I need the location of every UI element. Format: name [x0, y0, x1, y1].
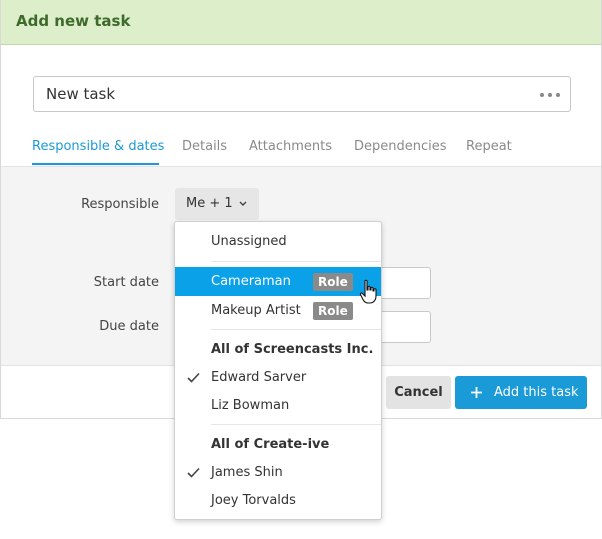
group-header-screencasts[interactable]: All of Screencasts Inc.: [175, 337, 381, 363]
cancel-button[interactable]: Cancel: [386, 376, 451, 409]
more-options-icon[interactable]: [540, 93, 560, 97]
active-tab-indicator: [32, 163, 159, 165]
plus-icon: [471, 387, 482, 398]
option-role-cameraman[interactable]: Cameraman Role: [175, 267, 381, 296]
option-label: James Shin: [211, 465, 283, 480]
tab-dependencies[interactable]: Dependencies: [354, 139, 447, 154]
responsible-value: Me + 1: [186, 196, 233, 211]
tab-attachments[interactable]: Attachments: [249, 139, 332, 154]
due-date-label: Due date: [99, 319, 159, 334]
separator: [211, 329, 381, 330]
option-label: Liz Bowman: [211, 398, 290, 413]
add-task-label: Add this task: [494, 385, 579, 400]
option-label: Joey Torvalds: [211, 493, 296, 508]
option-unassigned[interactable]: Unassigned: [175, 229, 381, 255]
start-date-label: Start date: [93, 275, 159, 290]
chevron-down-icon: [239, 201, 247, 206]
responsible-dropdown-menu: Unassigned Cameraman Role Makeup Artist …: [174, 221, 382, 520]
hand-cursor-icon: [359, 279, 377, 304]
task-name-value: New task: [46, 85, 116, 103]
group-header-label: All of Create-ive: [211, 437, 330, 452]
option-edward-sarver[interactable]: Edward Sarver: [175, 365, 381, 391]
option-role-makeup-artist[interactable]: Makeup Artist Role: [175, 298, 381, 324]
option-label: Makeup Artist: [211, 303, 301, 318]
tab-bar: Responsible & dates Details Attachments …: [1, 132, 601, 167]
option-joey-torvalds[interactable]: Joey Torvalds: [175, 488, 381, 514]
responsible-dropdown-button[interactable]: Me + 1: [175, 188, 259, 220]
option-label: Cameraman: [211, 274, 291, 289]
separator: [211, 424, 381, 425]
group-header-create-ive[interactable]: All of Create-ive: [175, 432, 381, 458]
add-task-button[interactable]: Add this task: [455, 376, 587, 409]
role-badge: Role: [313, 273, 353, 291]
option-label: Edward Sarver: [211, 370, 307, 385]
option-liz-bowman[interactable]: Liz Bowman: [175, 393, 381, 419]
tab-details[interactable]: Details: [182, 139, 227, 154]
task-name-input[interactable]: New task: [33, 76, 571, 112]
dialog-header: Add new task: [1, 0, 601, 45]
dialog-title: Add new task: [16, 12, 131, 30]
responsible-label: Responsible: [81, 197, 159, 212]
check-icon: [187, 467, 200, 478]
option-james-shin[interactable]: James Shin: [175, 460, 381, 486]
separator: [211, 261, 381, 262]
option-label: Unassigned: [211, 234, 287, 249]
check-icon: [187, 372, 200, 383]
tab-responsible-dates[interactable]: Responsible & dates: [32, 139, 164, 154]
group-header-label: All of Screencasts Inc.: [211, 342, 374, 357]
role-badge: Role: [313, 302, 353, 320]
tab-repeat[interactable]: Repeat: [466, 139, 512, 154]
